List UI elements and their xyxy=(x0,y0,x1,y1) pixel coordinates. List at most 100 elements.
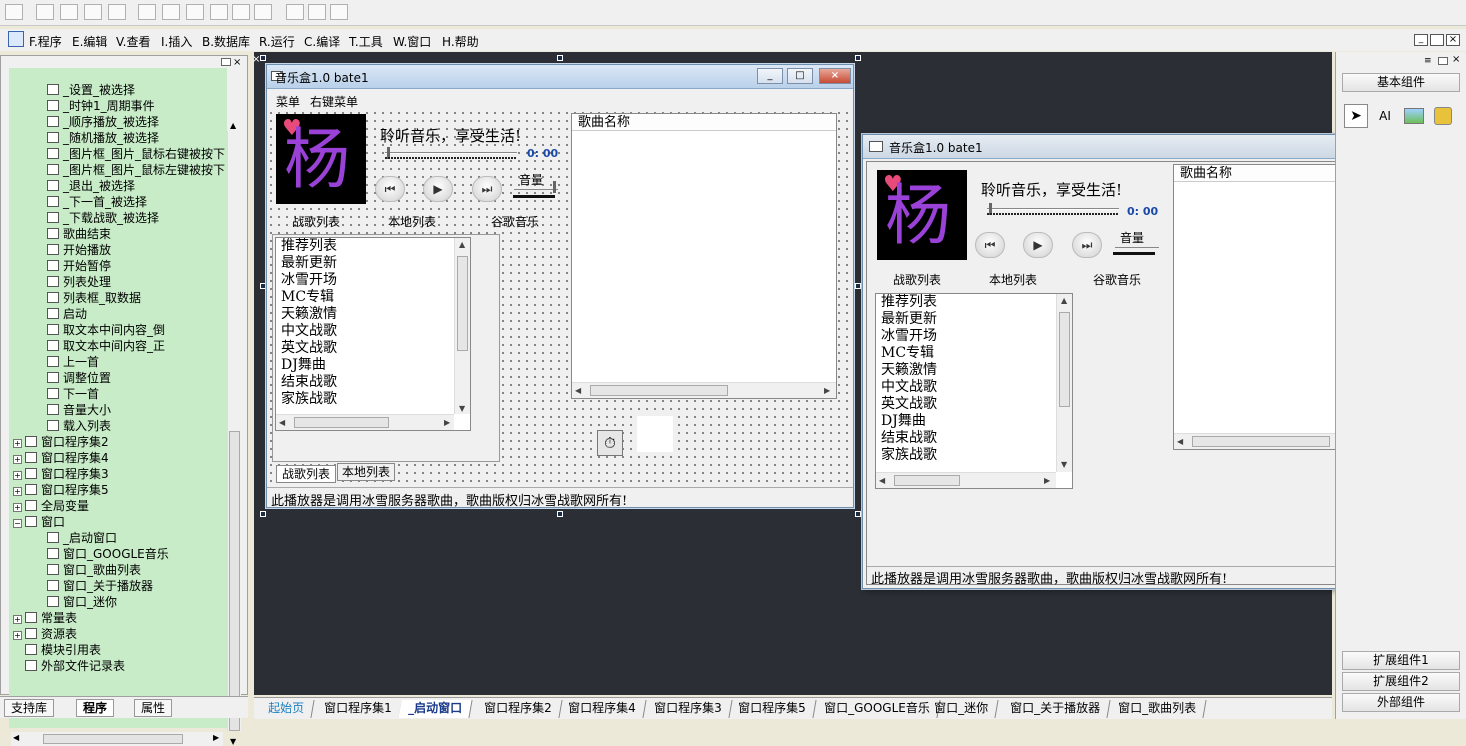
tree-item-table[interactable]: 模块引用表 xyxy=(25,642,101,658)
tree-item-subroutine[interactable]: _图片框_图片_鼠标左键被按下 xyxy=(47,162,225,178)
expand-icon[interactable]: + xyxy=(13,615,22,624)
preview-playlist[interactable]: 推荐列表 最新更新 冰雪开场 MC专辑 天籁激情 中文战歌 英文战歌 DJ舞曲 结束战歌 家族战歌… xyxy=(875,293,1073,489)
close-icon[interactable]: × xyxy=(1446,34,1460,46)
form-canvas[interactable]: ♥ 杨 聆听音乐，享受生活! 0: 00 ⏮ ▶ ⏭ 音量 战歌列表 本地列表 … xyxy=(267,109,853,487)
basic-components-button[interactable]: 基本组件 xyxy=(1342,73,1460,92)
panel-menu-icon[interactable]: ≡ xyxy=(1424,56,1432,66)
tree-item-subroutine[interactable]: 取文本中间内容_倒 xyxy=(47,322,165,338)
tree-item-subroutine[interactable]: _顺序播放_被选择 xyxy=(47,114,159,130)
list-item[interactable]: 英文战歌 xyxy=(276,340,470,357)
tree-item-window[interactable]: 窗口_GOOGLE音乐 xyxy=(47,546,169,562)
center-v-icon[interactable] xyxy=(162,4,180,20)
collapse-icon[interactable]: − xyxy=(13,519,22,528)
form-titlebar[interactable]: 音乐盒1.0 bate1 _ □ × xyxy=(267,65,853,89)
tree-item-subroutine[interactable]: 启动 xyxy=(47,306,87,322)
list-item[interactable]: MC专辑 xyxy=(876,345,1072,362)
volume-track[interactable] xyxy=(514,189,558,191)
form-window[interactable]: 音乐盒1.0 bate1 _ □ × 菜单 右键菜单 ♥ 杨 聆听音乐，享受生活… xyxy=(266,64,854,509)
menu-database[interactable]: B.数据库 xyxy=(202,33,250,50)
expand-icon[interactable]: + xyxy=(13,439,22,448)
menu-window[interactable]: W.窗口 xyxy=(393,33,431,50)
playlist-hscroll-thumb[interactable] xyxy=(294,417,389,428)
song-hscroll-thumb[interactable] xyxy=(590,385,728,396)
menu-compile[interactable]: C.编译 xyxy=(304,33,340,50)
align-left-icon[interactable] xyxy=(36,4,54,20)
playlist-hscroll[interactable]: ◀ ▶ xyxy=(276,414,454,430)
list-item[interactable]: 冰雪开场 xyxy=(876,328,1072,345)
tree-item-subroutine[interactable]: _时钟1_周期事件 xyxy=(47,98,155,114)
tree-item-subroutine[interactable]: 载入列表 xyxy=(47,418,111,434)
document-tab[interactable]: 窗口程序集4 xyxy=(558,700,647,718)
align-bottom-icon[interactable] xyxy=(108,4,126,20)
list-item[interactable]: 冰雪开场 xyxy=(276,272,470,289)
form-maximize-button[interactable]: □ xyxy=(787,68,813,84)
bottom-tab-battle[interactable]: 战歌列表 xyxy=(276,465,336,483)
text-label-tool-icon[interactable]: AI xyxy=(1374,106,1396,126)
list-item[interactable]: 最新更新 xyxy=(876,311,1072,328)
tree-item-subroutine[interactable]: _图片框_图片_鼠标右键被按下 xyxy=(47,146,225,162)
next-button[interactable]: ⏭ xyxy=(472,176,502,202)
shape-tool-icon[interactable] xyxy=(1434,107,1452,125)
list-item[interactable]: MC专辑 xyxy=(276,289,470,306)
preview-playlist-hscroll[interactable]: ◀ ▶ xyxy=(876,472,1056,488)
panel-close-icon[interactable]: × xyxy=(233,57,241,68)
resize-handle[interactable] xyxy=(557,55,563,61)
document-tab[interactable]: 起始页 xyxy=(258,700,315,718)
playlist-listbox[interactable]: 推荐列表 最新更新 冰雪开场 MC专辑 天籁激情 中文战歌 英文战歌 DJ舞曲 结束战歌 家族战歌… xyxy=(275,237,471,431)
space-v-icon[interactable] xyxy=(254,4,272,20)
list-item[interactable]: 家族战歌 xyxy=(276,391,470,408)
tree-item-table[interactable]: + 常量表 xyxy=(13,610,77,626)
scroll-down-arrow[interactable]: ▼ xyxy=(459,404,465,413)
center-h-icon[interactable] xyxy=(138,4,156,20)
tree-item-subroutine[interactable]: _设置_被选择 xyxy=(47,82,135,98)
tree-item-subroutine[interactable]: _随机播放_被选择 xyxy=(47,130,159,146)
minimize-icon[interactable]: _ xyxy=(1414,34,1428,46)
same-height-icon[interactable] xyxy=(210,4,228,20)
expand-icon[interactable]: + xyxy=(13,471,22,480)
menu-view[interactable]: V.查看 xyxy=(116,33,150,50)
expand-icon[interactable]: + xyxy=(13,487,22,496)
scroll-up-arrow[interactable]: ▲ xyxy=(230,121,236,130)
list-item[interactable]: 英文战歌 xyxy=(876,396,1072,413)
document-tab[interactable]: _启动窗口 xyxy=(398,700,473,718)
picture-tool-icon[interactable] xyxy=(1404,108,1424,124)
scroll-left-arrow[interactable]: ◀ xyxy=(279,418,285,427)
space-h-icon[interactable] xyxy=(232,4,250,20)
timer-icon[interactable]: ⏱ xyxy=(597,430,623,456)
tab-support-library[interactable]: 支持库 xyxy=(4,699,55,717)
scroll-down-arrow[interactable]: ▼ xyxy=(230,737,236,746)
tree-item-group[interactable]: + 窗口程序集2 xyxy=(13,434,109,450)
resize-handle[interactable] xyxy=(855,283,861,289)
tab-label-local[interactable]: 本地列表 xyxy=(388,213,436,230)
tab-label-battle[interactable]: 战歌列表 xyxy=(292,213,340,230)
menu-file[interactable]: F.程序 xyxy=(29,33,62,50)
tab-label-google[interactable]: 谷歌音乐 xyxy=(491,213,539,230)
document-tab[interactable]: 窗口程序集2 xyxy=(474,700,563,718)
panel-restore-icon[interactable] xyxy=(221,58,231,66)
form-minimize-button[interactable]: _ xyxy=(757,68,783,84)
tree-item-subroutine[interactable]: 取文本中间内容_正 xyxy=(47,338,165,354)
pointer-tool-icon[interactable]: ➤ xyxy=(1344,104,1368,128)
document-tab[interactable]: 窗口_迷你 xyxy=(924,700,999,718)
tree-item-group[interactable]: + 全局变量 xyxy=(13,498,89,514)
tree-item-group[interactable]: + 窗口程序集5 xyxy=(13,482,109,498)
list-item[interactable]: 推荐列表 xyxy=(876,294,1072,311)
list-item[interactable]: 家族战歌 xyxy=(876,447,1072,464)
tree-item-table[interactable]: + 资源表 xyxy=(13,626,77,642)
restore-icon[interactable] xyxy=(1430,34,1444,46)
align-right-icon[interactable] xyxy=(60,4,78,20)
expand-icon[interactable]: + xyxy=(13,455,22,464)
scroll-left-arrow[interactable]: ◀ xyxy=(575,386,581,395)
resize-handle[interactable] xyxy=(260,55,266,61)
grid-icon[interactable] xyxy=(330,4,348,20)
preview-progress-slider[interactable] xyxy=(987,203,1119,215)
list-item[interactable]: DJ舞曲 xyxy=(876,413,1072,430)
tree-item-group[interactable]: + 窗口程序集3 xyxy=(13,466,109,482)
align-top-icon[interactable] xyxy=(84,4,102,20)
tree-item-subroutine[interactable]: 歌曲结束 xyxy=(47,226,111,242)
scroll-right-arrow[interactable]: ▶ xyxy=(444,418,450,427)
scroll-right-arrow[interactable]: ▶ xyxy=(824,386,830,395)
tree-item-subroutine[interactable]: 音量大小 xyxy=(47,402,111,418)
list-item[interactable]: 结束战歌 xyxy=(276,374,470,391)
tree-item-subroutine[interactable]: _下载战歌_被选择 xyxy=(47,210,159,226)
